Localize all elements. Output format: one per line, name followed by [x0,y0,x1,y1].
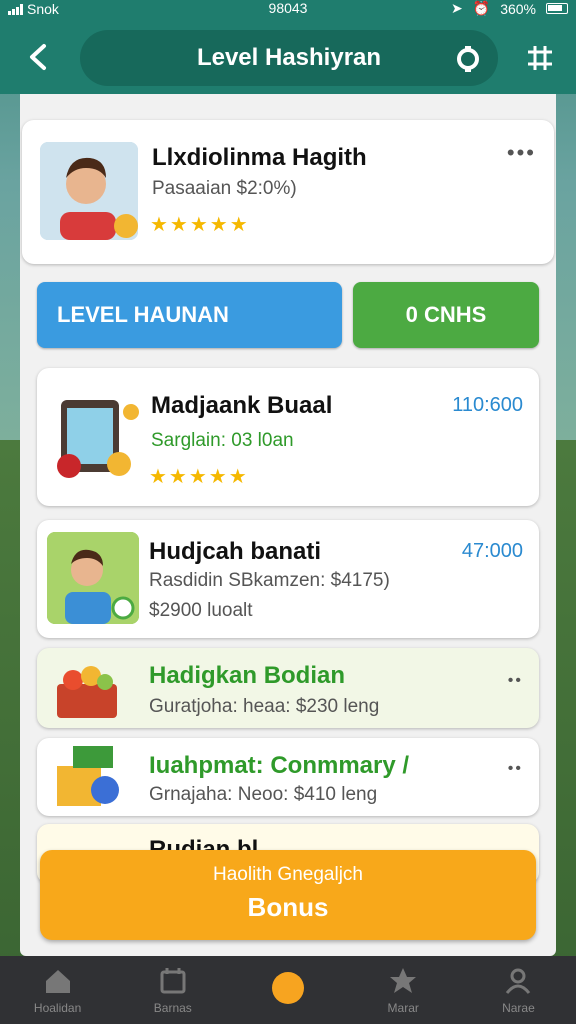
avatar [47,532,139,624]
tablet-gift-icon [49,392,141,482]
basket-icon [51,654,123,722]
refresh-icon[interactable] [452,43,484,75]
item-name: Hudjcah banati [149,538,322,565]
item-name: Madjaank Buaal [151,392,333,419]
bonus-button[interactable]: Haolith Gnegaljch Bonus [40,850,536,940]
status-bar: Snok 98043 ➤ ⏰ 360% [0,0,576,18]
nav-item-calendar[interactable]: Barnas [115,956,230,1024]
list-item[interactable]: Iuahpmat: Conmmary / Grnajaha: Neoo: $41… [37,738,539,816]
item-rating-stars: ★★★★★ [149,466,249,488]
profile-name: Llxdiolinma Hagith [152,144,367,171]
battery-icon [546,3,568,14]
location-icon: ➤ [451,0,463,16]
item-subtitle: Guratjoha: heaa: $230 leng [149,696,380,717]
nav-label: Narae [502,1001,535,1015]
coin-icon [272,972,304,1004]
star-icon [390,968,417,993]
gift-box-icon [51,742,123,812]
bonus-label: Bonus [247,892,329,922]
nav-item-coin[interactable] [230,956,345,1024]
main-panel: Llxdiolinma Hagith Pasaaian $2:0%) ★★★★★… [20,94,556,956]
nav-item-profile[interactable]: Narae [461,956,576,1024]
item-name: Iuahpmat: Conmmary / [149,752,410,779]
bonus-caption: Haolith Gnegaljch [213,864,363,885]
profile-subtitle: Pasaaian $2:0%) [152,178,297,199]
list-item[interactable]: Madjaank Buaal Sarglain: 03 l0an ★★★★★ 1… [37,368,539,506]
profile-icon [506,968,531,994]
page-title: Level Hashiyran [80,30,498,86]
item-price: 47:000 [461,540,523,562]
nav-item-star[interactable]: Marar [346,956,461,1024]
level-button[interactable]: LEVEL HAUNAN [37,282,342,348]
battery-label: 360% [500,0,536,17]
item-subtitle-2: $2900 luoalt [149,600,253,621]
home-icon [45,970,70,993]
calendar-icon [160,968,186,994]
bottom-nav: Hoalidan Barnas Marar Narae [0,956,576,1024]
avatar [40,142,138,240]
more-icon[interactable]: •• [508,672,523,690]
nav-label: Barnas [153,1001,192,1015]
nav-label: Hoalidan [33,1001,82,1015]
item-name: Hadigkan Bodian [149,662,346,689]
grid-icon[interactable] [524,42,556,74]
more-icon[interactable]: •• [508,760,523,778]
nav-label: Marar [387,1001,419,1015]
profile-rating-stars: ★★★★★ [150,214,250,236]
back-icon[interactable] [22,40,56,74]
coins-button[interactable]: 0 CNHS [353,282,539,348]
item-subtitle: Sarglain: 03 l0an [151,430,294,451]
list-item[interactable]: Hudjcah banati Rasdidin SBkamzen: $4175)… [37,520,539,638]
alarm-icon: ⏰ [472,0,491,16]
item-price: 110:600 [452,394,523,416]
header-bar: Level Hashiyran [0,18,576,94]
item-subtitle: Grnajaha: Neoo: $410 leng [149,784,378,805]
list-item[interactable]: Hadigkan Bodian Guratjoha: heaa: $230 le… [37,648,539,728]
page-title-label: Level Hashiyran [196,44,382,71]
more-icon[interactable]: ••• [507,140,536,166]
item-subtitle: Rasdidin SBkamzen: $4175) [149,570,390,591]
nav-item-home[interactable]: Hoalidan [0,956,115,1024]
profile-card[interactable]: Llxdiolinma Hagith Pasaaian $2:0%) ★★★★★… [22,120,554,264]
